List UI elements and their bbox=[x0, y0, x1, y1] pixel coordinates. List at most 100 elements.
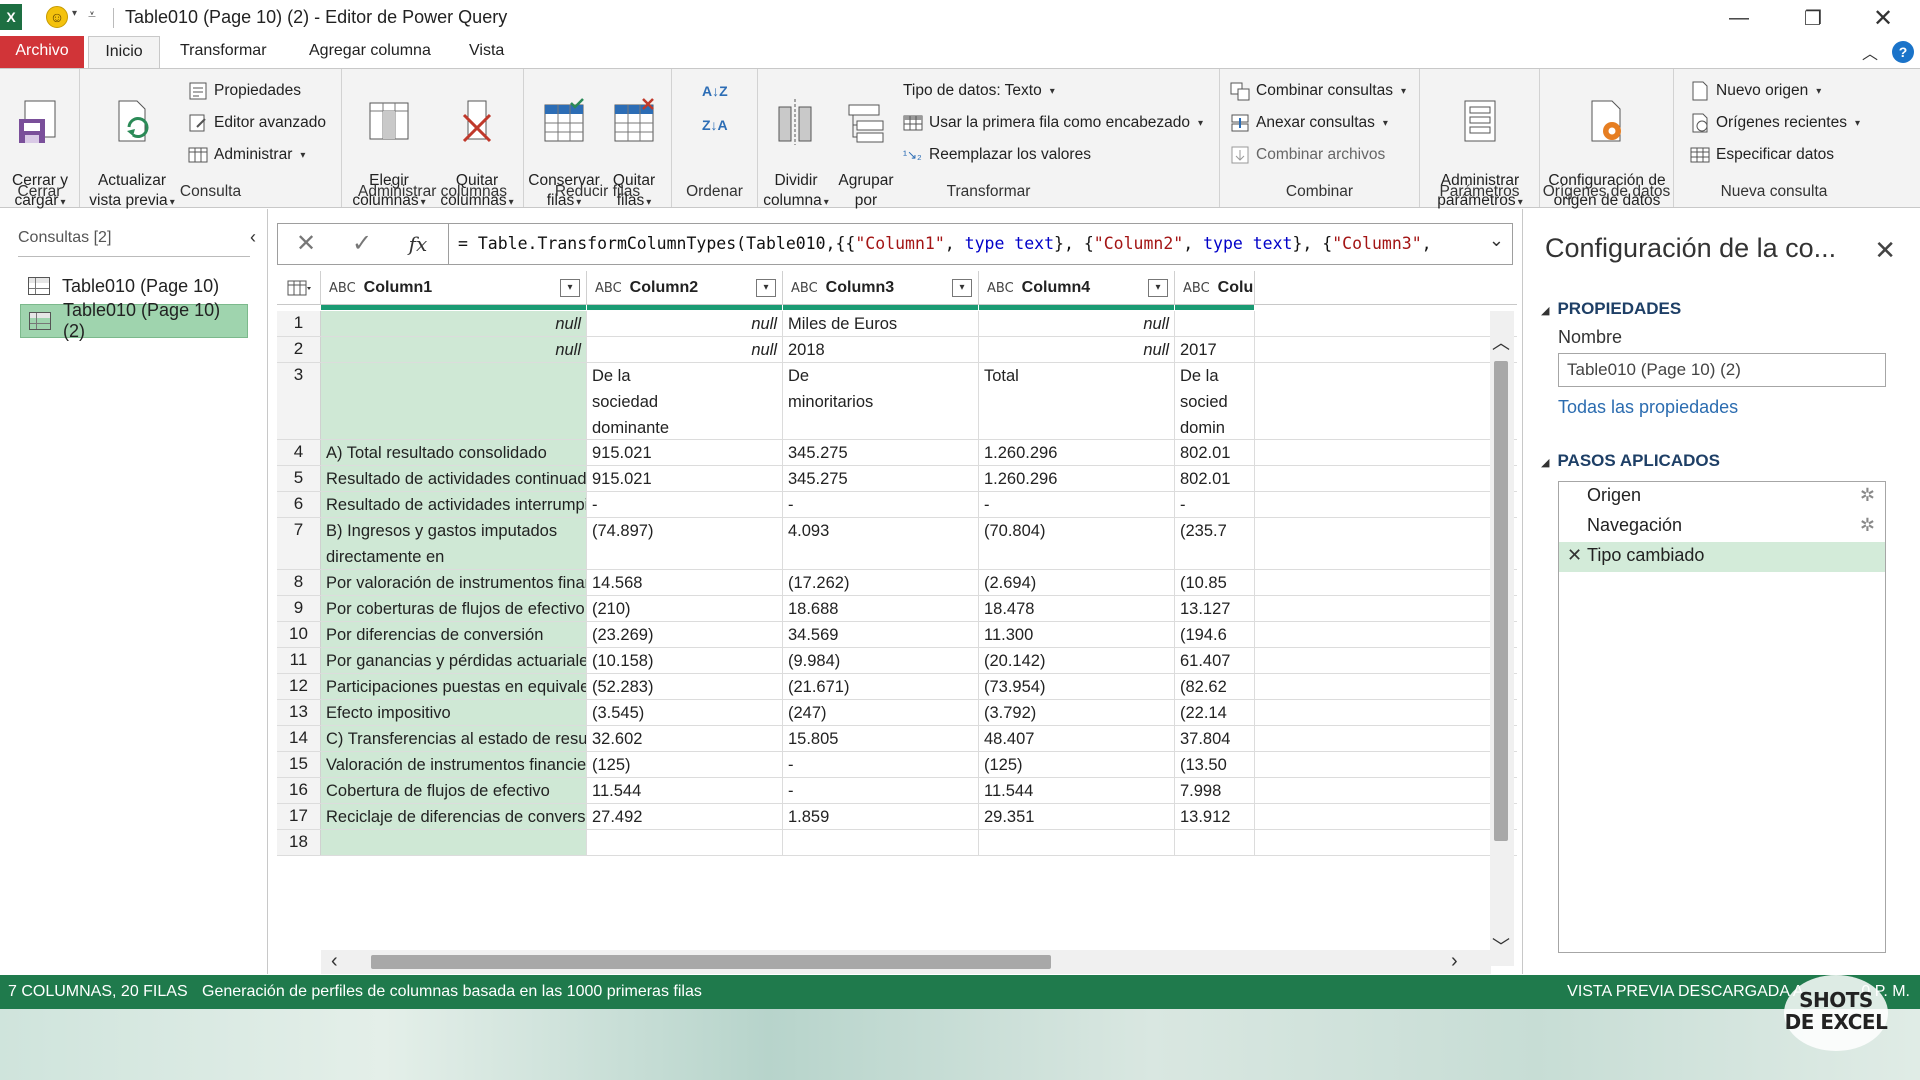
formula-input[interactable]: = Table.TransformColumnTypes(Table010,{{… bbox=[458, 234, 1432, 253]
customize-quick-access-icon[interactable]: ⩡ bbox=[88, 6, 96, 23]
text-type-icon[interactable]: ABC bbox=[329, 281, 356, 296]
row-number[interactable]: 11 bbox=[277, 648, 321, 673]
vertical-scrollbar[interactable]: ︿ ﹀ bbox=[1490, 311, 1514, 966]
properties-button[interactable]: Propiedades bbox=[188, 79, 301, 103]
table-cell[interactable]: 2018 bbox=[783, 337, 979, 362]
table-row[interactable]: 15 Valoración de instrumentos financieros… bbox=[277, 752, 1517, 778]
table-cell[interactable]: Por ganancias y pérdidas actuariales ( *… bbox=[321, 648, 587, 673]
gear-icon[interactable]: ✲ bbox=[1860, 515, 1875, 536]
table-row[interactable]: 17 Reciclaje de diferencias de conversión… bbox=[277, 804, 1517, 830]
table-cell[interactable]: null bbox=[587, 311, 783, 336]
scroll-down-icon[interactable]: ﹀ bbox=[1492, 933, 1510, 959]
table-row[interactable]: 9 Por coberturas de flujos de efectivo (21… bbox=[277, 596, 1517, 622]
row-number[interactable]: 1 bbox=[277, 311, 321, 336]
table-cell[interactable]: Resultado de actividades continuadas bbox=[321, 466, 587, 491]
table-cell[interactable]: Participaciones puestas en equivalencia bbox=[321, 674, 587, 699]
table-row[interactable]: 8Por valoración de instrumentos financie… bbox=[277, 570, 1517, 596]
table-cell[interactable]: 345.275 bbox=[783, 466, 979, 491]
table-cell[interactable]: (235.7 bbox=[1175, 518, 1255, 569]
table-cell[interactable] bbox=[587, 830, 783, 855]
delete-step-icon[interactable]: ✕ bbox=[1567, 545, 1582, 566]
table-cell[interactable]: (17.262) bbox=[783, 570, 979, 595]
table-row[interactable]: 12Participaciones puestas en equivalenci… bbox=[277, 674, 1517, 700]
section-properties[interactable]: ◢ PROPIEDADES bbox=[1541, 299, 1681, 319]
step-item[interactable]: Navegación ✲ bbox=[1559, 512, 1885, 542]
filter-dropdown-icon[interactable]: ▾ bbox=[1148, 279, 1168, 297]
table-cell[interactable]: (74.897) bbox=[587, 518, 783, 569]
row-number[interactable]: 4 bbox=[277, 440, 321, 465]
table-cell[interactable]: (20.142) bbox=[979, 648, 1175, 673]
table-cell[interactable]: (2.694) bbox=[979, 570, 1175, 595]
table-cell[interactable]: 48.407 bbox=[979, 726, 1175, 751]
scroll-up-icon[interactable]: ︿ bbox=[1492, 329, 1510, 355]
row-number[interactable]: 17 bbox=[277, 804, 321, 829]
advanced-editor-button[interactable]: Editor avanzado bbox=[188, 111, 326, 135]
table-cell[interactable]: (73.954) bbox=[979, 674, 1175, 699]
table-cell[interactable]: Reciclaje de diferencias de conversión bbox=[321, 804, 587, 829]
table-cell[interactable]: 34.569 bbox=[783, 622, 979, 647]
close-icon[interactable]: ✕ bbox=[1874, 235, 1896, 266]
row-number[interactable]: 3 bbox=[277, 363, 321, 439]
table-cell[interactable]: (52.283) bbox=[587, 674, 783, 699]
row-number[interactable]: 18 bbox=[277, 830, 321, 855]
row-number[interactable]: 14 bbox=[277, 726, 321, 751]
table-row[interactable]: 10 Por diferencias de conversión (23.269) 3… bbox=[277, 622, 1517, 648]
smiley-feedback-icon[interactable]: ☺ bbox=[46, 6, 68, 28]
column-header[interactable]: ABC Column3 ▾ bbox=[783, 271, 979, 305]
table-cell[interactable]: 61.407 bbox=[1175, 648, 1255, 673]
collapse-ribbon-icon[interactable]: ︿ bbox=[1862, 40, 1878, 64]
table-cell[interactable]: 1.260.296 bbox=[979, 466, 1175, 491]
row-number[interactable]: 10 bbox=[277, 622, 321, 647]
table-row[interactable]: 2 null null 2018 null 2017 bbox=[277, 337, 1517, 363]
table-row[interactable]: 4 A) Total resultado consolidado 915.021 34… bbox=[277, 440, 1517, 466]
table-cell[interactable]: (194.6 bbox=[1175, 622, 1255, 647]
table-cell[interactable]: (70.804) bbox=[979, 518, 1175, 569]
table-cell[interactable]: (82.62 bbox=[1175, 674, 1255, 699]
table-cell[interactable]: (9.984) bbox=[783, 648, 979, 673]
combine-files-button[interactable]: Combinar archivos bbox=[1230, 143, 1385, 167]
row-number[interactable]: 2 bbox=[277, 337, 321, 362]
table-cell[interactable] bbox=[1175, 830, 1255, 855]
data-type-dropdown[interactable]: Tipo de datos: Texto ▾ bbox=[903, 79, 1055, 103]
table-cell[interactable]: Valoración de instrumentos financieros bbox=[321, 752, 587, 777]
table-cell[interactable]: (22.14 bbox=[1175, 700, 1255, 725]
table-cell[interactable]: null bbox=[321, 311, 587, 336]
table-cell[interactable] bbox=[783, 830, 979, 855]
table-row[interactable]: 6 Resultado de actividades interrumpidas -… bbox=[277, 492, 1517, 518]
table-cell[interactable]: (10.85 bbox=[1175, 570, 1255, 595]
close-icon[interactable]: ✕ bbox=[1848, 0, 1918, 36]
table-cell[interactable]: 37.804 bbox=[1175, 726, 1255, 751]
table-cell[interactable]: (210) bbox=[587, 596, 783, 621]
table-cell[interactable] bbox=[1175, 311, 1255, 336]
column-header[interactable]: ABC Column2 ▾ bbox=[587, 271, 783, 305]
table-cell[interactable]: (10.158) bbox=[587, 648, 783, 673]
row-number[interactable]: 5 bbox=[277, 466, 321, 491]
text-type-icon[interactable]: ABC bbox=[595, 281, 622, 296]
table-cell[interactable]: Miles de Euros bbox=[783, 311, 979, 336]
table-cell[interactable]: 18.478 bbox=[979, 596, 1175, 621]
scroll-thumb[interactable] bbox=[1494, 361, 1508, 841]
table-cell[interactable]: null bbox=[321, 337, 587, 362]
table-cell[interactable]: - bbox=[783, 778, 979, 803]
table-cell[interactable]: 915.021 bbox=[587, 466, 783, 491]
table-cell[interactable]: 7.998 bbox=[1175, 778, 1255, 803]
table-cell[interactable]: 11.300 bbox=[979, 622, 1175, 647]
row-number[interactable]: 8 bbox=[277, 570, 321, 595]
table-cell[interactable]: 802.01 bbox=[1175, 440, 1255, 465]
help-icon[interactable]: ? bbox=[1892, 41, 1914, 63]
new-source-button[interactable]: Nuevo origen ▾ bbox=[1690, 79, 1821, 103]
tab-vista[interactable]: Vista bbox=[459, 36, 514, 68]
text-type-icon[interactable]: ABC bbox=[791, 281, 818, 296]
table-cell[interactable]: (21.671) bbox=[783, 674, 979, 699]
step-item[interactable]: Origen ✲ bbox=[1559, 482, 1885, 512]
table-cell[interactable] bbox=[979, 830, 1175, 855]
table-cell[interactable]: - bbox=[783, 492, 979, 517]
enter-data-button[interactable]: Especificar datos bbox=[1690, 143, 1834, 167]
table-cell[interactable]: - bbox=[587, 492, 783, 517]
table-row[interactable]: 16 Cobertura de flujos de efectivo 11.544-… bbox=[277, 778, 1517, 804]
horizontal-scrollbar[interactable]: ‹ › bbox=[321, 950, 1491, 974]
table-cell[interactable]: (13.50 bbox=[1175, 752, 1255, 777]
text-type-icon[interactable]: ABC bbox=[987, 281, 1014, 296]
row-number[interactable]: 16 bbox=[277, 778, 321, 803]
gear-icon[interactable]: ✲ bbox=[1860, 485, 1875, 506]
